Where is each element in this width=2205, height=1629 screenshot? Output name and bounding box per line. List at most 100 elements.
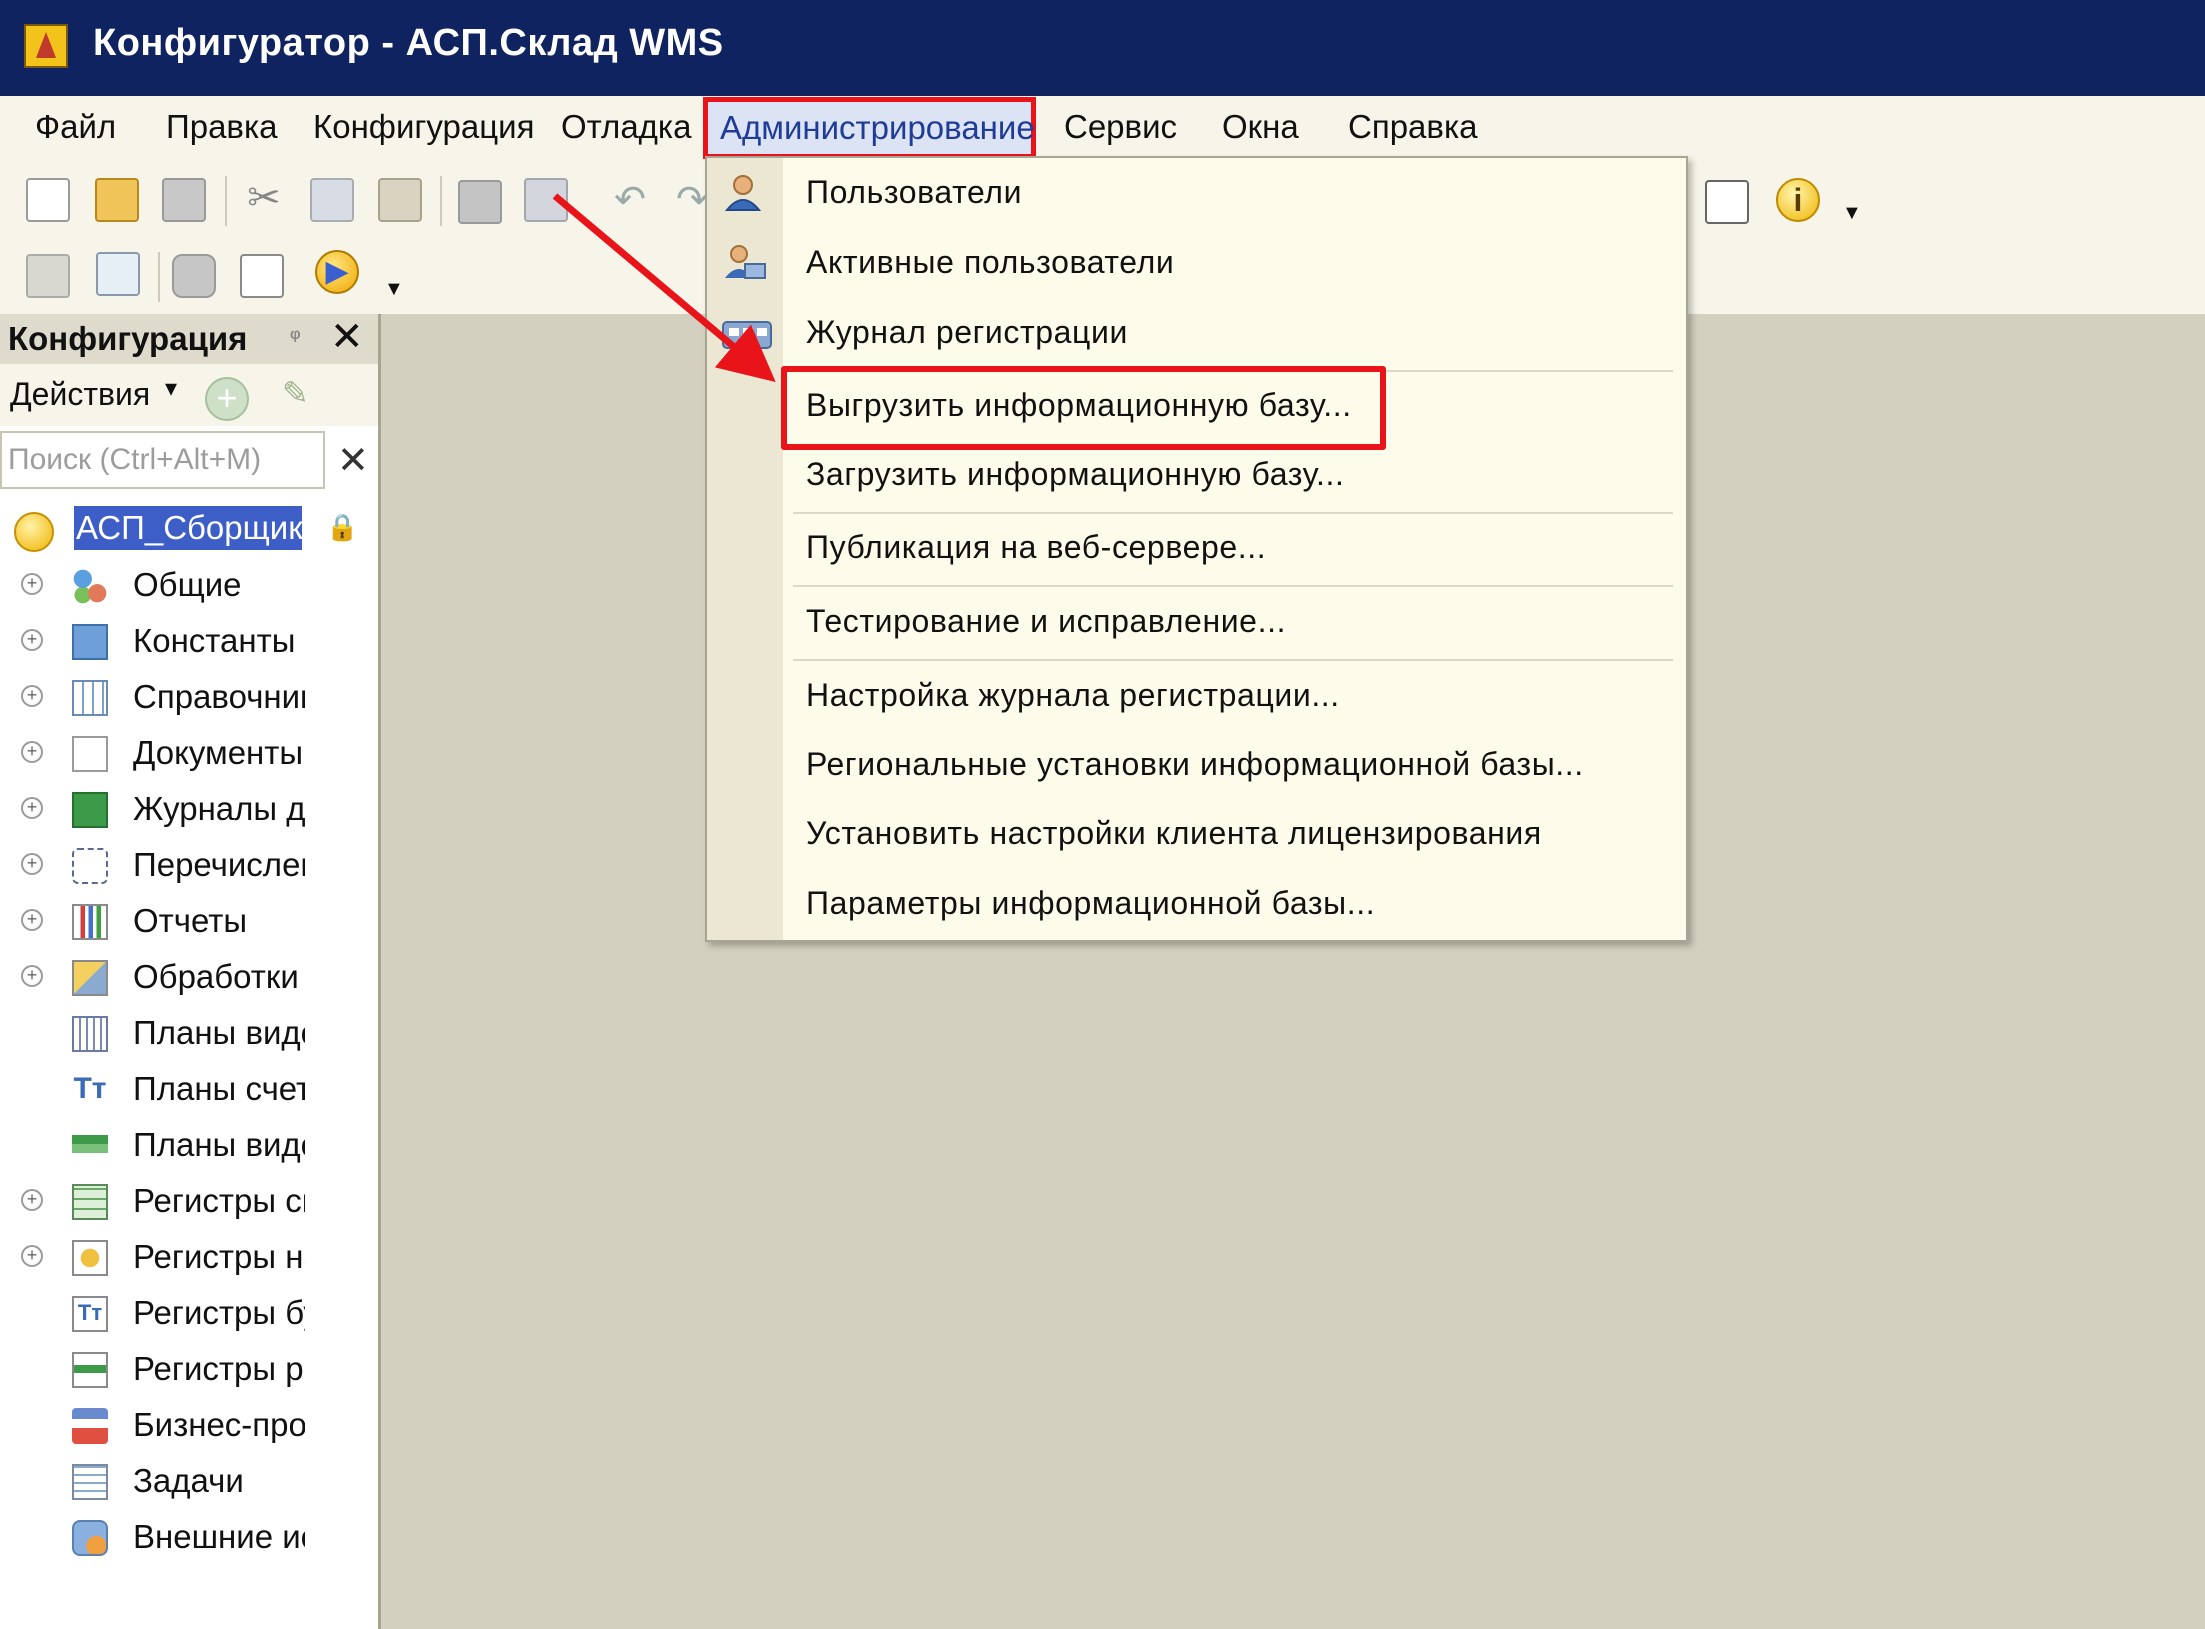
tree-item-processors[interactable]: + Обработки (0, 952, 378, 1002)
expand-icon[interactable]: + (21, 573, 43, 595)
add-icon[interactable]: + (205, 377, 249, 421)
tree-item-chart-of-accounts[interactable]: Тт Планы счетов (0, 1064, 378, 1114)
menu-item-event-log[interactable]: Журнал регистрации (707, 300, 1686, 370)
new-document-icon[interactable] (26, 178, 70, 222)
close-icon[interactable]: ✕ (330, 314, 364, 360)
pin-icon[interactable]: ᵠ (290, 324, 301, 350)
tree-root-label[interactable]: АСП_СборщикТ (74, 506, 302, 550)
menu-item-import-infobase[interactable]: Загрузить информационную базу... (707, 442, 1686, 512)
menu-debug[interactable]: Отладка (561, 108, 691, 146)
users-icon (721, 172, 767, 214)
accumulation-registers-icon (72, 1240, 108, 1276)
tree-item-chart-of-calculation-types[interactable]: Планы видов расчета (0, 1120, 378, 1170)
copy-icon[interactable] (310, 178, 354, 222)
tree-item-enums[interactable]: + Перечисления (0, 840, 378, 890)
toolbar-more-icon-2[interactable]: ▼ (384, 278, 404, 301)
event-log-icon (721, 312, 772, 354)
menu-help[interactable]: Справка (1348, 108, 1477, 146)
preview-icon[interactable] (524, 178, 568, 222)
expand-icon[interactable]: + (21, 1189, 43, 1211)
title-bar: Конфигуратор - АСП.Склад WMS (0, 0, 2205, 96)
menu-item-license-client-settings[interactable]: Установить настройки клиента лицензирова… (707, 801, 1686, 871)
journals-icon (72, 792, 108, 828)
external-sources-icon (72, 1520, 108, 1556)
panel-actions-bar: Действия ▾ + ✎ (0, 364, 378, 426)
menu-item-users[interactable]: Пользователи (707, 160, 1686, 230)
tree-item-external-sources[interactable]: Внешние источники данных (0, 1512, 378, 1562)
menu-configuration[interactable]: Конфигурация (313, 108, 534, 146)
menu-file[interactable]: Файл (35, 108, 116, 146)
menu-service[interactable]: Сервис (1064, 108, 1177, 146)
tree-root[interactable]: АСП_СборщикТ 🔒 (0, 504, 378, 554)
expand-icon[interactable]: + (21, 965, 43, 987)
active-users-icon (721, 242, 767, 284)
actions-menu-button[interactable]: Действия (10, 376, 150, 413)
open-icon[interactable] (95, 178, 139, 222)
run-debug-icon[interactable]: ▶ (315, 250, 359, 294)
expand-icon[interactable]: + (21, 853, 43, 875)
menu-bar: Файл Правка Конфигурация Отладка Сервис … (0, 96, 2205, 162)
tree-item-business-processes[interactable]: Бизнес-процессы (0, 1400, 378, 1450)
tree-item-journals[interactable]: + Журналы документов (0, 784, 378, 834)
compare-icon[interactable] (96, 252, 140, 296)
clear-search-icon[interactable]: ✕ (337, 438, 369, 483)
window-title: Конфигуратор - АСП.Склад WMS (93, 22, 724, 64)
menu-windows[interactable]: Окна (1222, 108, 1299, 146)
app-logo-icon (24, 24, 68, 68)
toolbar-more-icon[interactable]: ▼ (1842, 202, 1862, 225)
tree-item-info-registers[interactable]: + Регистры сведений (0, 1176, 378, 1226)
table-icon[interactable] (240, 254, 284, 298)
tree-item-chart-of-characteristic-types[interactable]: Планы видов характеристик (0, 1008, 378, 1058)
expand-icon[interactable]: + (21, 685, 43, 707)
panel-title: Конфигурация (8, 320, 248, 357)
business-processes-icon (72, 1408, 108, 1444)
expand-icon[interactable]: + (21, 909, 43, 931)
tree-item-constants[interactable]: + Константы (0, 616, 378, 666)
common-icon (72, 568, 108, 604)
menu-item-regional-settings[interactable]: Региональные установки информационной ба… (707, 732, 1686, 802)
menu-item-infobase-parameters[interactable]: Параметры информационной базы... (707, 871, 1686, 941)
documents-icon (72, 736, 108, 772)
menu-item-event-log-settings[interactable]: Настройка журнала регистрации... (707, 663, 1686, 733)
menu-administration[interactable]: Администрирование (703, 97, 1036, 159)
syntax-help-icon[interactable] (1705, 180, 1749, 224)
info-icon[interactable]: i (1776, 178, 1820, 222)
menu-item-test-and-repair[interactable]: Тестирование и исправление... (707, 589, 1686, 659)
tree-item-reports[interactable]: + Отчеты (0, 896, 378, 946)
tree-item-tasks[interactable]: Задачи (0, 1456, 378, 1506)
expand-icon[interactable]: + (21, 797, 43, 819)
reports-icon (72, 904, 108, 940)
menu-edit[interactable]: Правка (166, 108, 277, 146)
tree-item-common[interactable]: + Общие (0, 560, 378, 610)
tasks-icon (72, 1464, 108, 1500)
print-icon[interactable] (458, 180, 502, 224)
tree-item-calculation-registers[interactable]: Регистры расчета (0, 1344, 378, 1394)
chevron-down-icon[interactable]: ▾ (165, 374, 177, 403)
save-icon[interactable] (162, 178, 206, 222)
expand-icon[interactable]: + (21, 1245, 43, 1267)
calculation-registers-icon (72, 1352, 108, 1388)
info-registers-icon (72, 1184, 108, 1220)
search-box (0, 431, 325, 489)
menu-item-web-publish[interactable]: Публикация на веб-сервере... (707, 515, 1686, 585)
expand-icon[interactable]: + (21, 629, 43, 651)
paste-icon[interactable] (378, 178, 422, 222)
lock-icon: 🔒 (326, 512, 359, 542)
processors-icon (72, 960, 108, 996)
chart-of-calculation-types-icon (72, 1128, 108, 1164)
undo-icon[interactable]: ↶ (608, 180, 652, 224)
cut-icon[interactable]: ✂ (242, 178, 286, 222)
database-icon[interactable] (172, 254, 216, 298)
tree-item-accumulation-registers[interactable]: + Регистры накопления (0, 1232, 378, 1282)
search-input[interactable] (2, 433, 323, 487)
tree-item-catalogs[interactable]: + Справочники (0, 672, 378, 722)
expand-icon[interactable]: + (21, 741, 43, 763)
edit-icon[interactable]: ✎ (282, 374, 309, 412)
menu-item-active-users[interactable]: Активные пользователи (707, 230, 1686, 300)
panel-header: Конфигурация ᵠ ✕ (0, 314, 378, 364)
tree-item-accounting-registers[interactable]: Тт Регистры бухгалтерии (0, 1288, 378, 1338)
highlight-box (781, 366, 1386, 450)
tree-item-documents[interactable]: + Документы (0, 728, 378, 778)
config-tree-icon[interactable] (26, 254, 70, 298)
configuration-panel: Конфигурация ᵠ ✕ Действия ▾ + ✎ ✕ АСП_Сб… (0, 314, 381, 1629)
